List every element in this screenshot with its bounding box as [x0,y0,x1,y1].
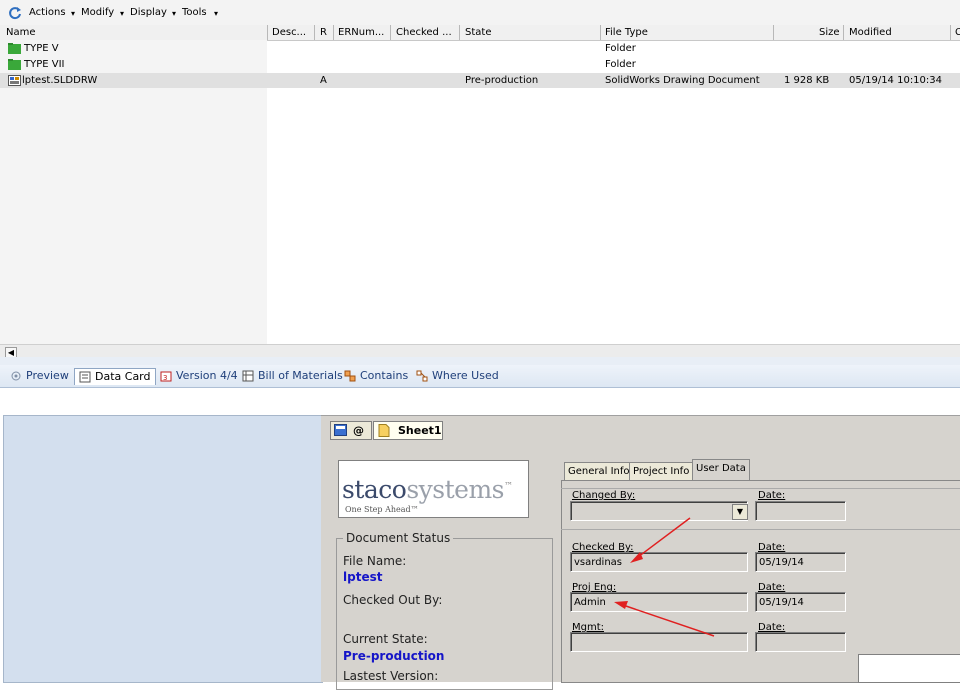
column-header-checked[interactable]: Checked ... [396,27,452,38]
checked-date-field[interactable]: 05/19/14 [755,552,846,572]
version-icon: 3 [160,371,172,382]
tab-label: Contains [360,369,409,382]
tab-project-info[interactable]: Project Info [629,462,694,481]
tab-body-strip [0,388,960,414]
logo-text: stacosystems™ [342,475,513,504]
tab-data-card[interactable]: Data Card [74,368,156,385]
tab-label: Project Info [633,466,690,477]
tab-label: Preview [26,369,69,382]
proj-eng-field[interactable]: Admin [570,592,748,612]
tab-version[interactable]: 3 Version 4/4 [156,368,242,384]
column-header-name[interactable]: Name [6,27,36,38]
tab-sheet1[interactable]: Sheet1 [373,421,443,440]
tab-contains[interactable]: Contains [340,368,412,384]
column-header-c[interactable]: C [955,27,960,38]
file-name: lptest.SLDDRW [22,75,98,86]
tab-label: @ [353,424,364,437]
file-name-label: File Name: [343,554,407,568]
chevron-down-icon: ▾ [214,9,219,18]
bom-icon [242,370,254,382]
tab-label: Version 4/4 [176,369,238,382]
file-name-value: lptest [343,570,383,584]
changed-by-select[interactable] [570,501,748,521]
list-item[interactable]: TYPE V Folder [0,41,960,56]
column-header-revision[interactable]: R [320,27,327,38]
display-menu[interactable]: Display [130,7,167,18]
file-type: Folder [605,43,636,54]
list-item-selected[interactable]: lptest.SLDDRW A Pre-production SolidWork… [0,73,960,88]
column-header-row: Name Desc... R ERNum... Checked ... Stat… [0,25,960,41]
document-status-legend: Document Status [343,531,454,545]
tab-user-data[interactable]: User Data [692,459,750,481]
chevron-down-icon: ▾ [71,9,76,18]
current-state-value: Pre-production [343,649,445,663]
file-modified: 05/19/14 10:10:34 [849,75,943,86]
tab-label: Where Used [432,369,499,382]
changed-date-field[interactable] [755,501,846,521]
chevron-down-icon: ▾ [172,9,177,18]
column-header-ernum[interactable]: ERNum... [338,27,384,38]
file-type: Folder [605,59,636,70]
file-size: 1 928 KB [784,75,830,86]
horizontal-scrollbar[interactable]: ◀ [0,344,960,358]
document-icon [378,424,390,437]
proj-eng-date-field[interactable]: 05/19/14 [755,592,846,612]
card-list-panel [3,415,323,683]
checked-out-by-label: Checked Out By: [343,593,443,607]
tab-general-info[interactable]: General Info [564,462,634,481]
signature-box [858,654,960,683]
refresh-icon[interactable] [8,6,22,20]
file-state: Pre-production [465,75,539,86]
card-icon [334,424,347,436]
tab-label: Data Card [95,370,151,383]
tools-menu[interactable]: Tools [182,7,207,18]
logo-tm: ™ [504,481,513,492]
mgmt-date-field[interactable] [755,632,846,652]
tab-label: General Info [568,466,630,477]
tab-label: Sheet1 [398,424,442,437]
tab-label: User Data [696,463,746,474]
actions-menu[interactable]: Actions [29,7,66,18]
company-logo: stacosystems™ One Step Ahead™ [338,460,529,518]
list-item[interactable]: TYPE VII Folder [0,57,960,72]
file-revision: A [320,75,327,86]
column-header-size[interactable]: Size [819,27,840,38]
folder-icon [8,43,21,54]
svg-text:3: 3 [163,374,167,382]
checked-by-field[interactable]: vsardinas [570,552,748,572]
preview-icon [11,371,21,381]
tab-at-sheet[interactable]: @ [330,421,372,440]
pane-splitter[interactable] [0,357,960,365]
latest-version-label: Lastest Version: [343,669,439,681]
bottom-tab-strip: Preview Data Card 3 Version 4/4 Bill of … [0,365,960,388]
column-header-file-type[interactable]: File Type [605,27,648,38]
column-header-description[interactable]: Desc... [272,27,306,38]
column-header-state[interactable]: State [465,27,491,38]
contains-icon [344,370,356,382]
file-name: TYPE VII [24,59,65,70]
chevron-down-icon[interactable]: ▼ [732,504,748,520]
tab-where-used[interactable]: Where Used [412,368,503,384]
tab-bill-of-materials[interactable]: Bill of Materials [238,368,347,384]
where-used-icon [416,370,428,382]
data-card-icon [79,371,91,383]
drawing-file-icon [8,75,21,86]
current-state-label: Current State: [343,632,428,646]
tab-preview[interactable]: Preview [6,368,73,384]
file-type: SolidWorks Drawing Document [605,75,760,86]
tab-label: Bill of Materials [258,369,343,382]
mgmt-field[interactable] [570,632,748,652]
logo-tagline: One Step Ahead™ [345,505,419,514]
date-label: Date: [758,490,786,501]
chevron-down-icon: ▾ [120,9,125,18]
toolbar: Actions ▾ Modify ▾ Display ▾ Tools ▾ [0,0,960,26]
modify-menu[interactable]: Modify [81,7,114,18]
column-header-modified[interactable]: Modified [849,27,892,38]
file-name: TYPE V [24,43,59,54]
changed-by-label: Changed By: [572,490,636,501]
logo-accent: systems [406,475,505,504]
folder-icon [8,59,21,70]
logo-main: staco [342,475,407,504]
